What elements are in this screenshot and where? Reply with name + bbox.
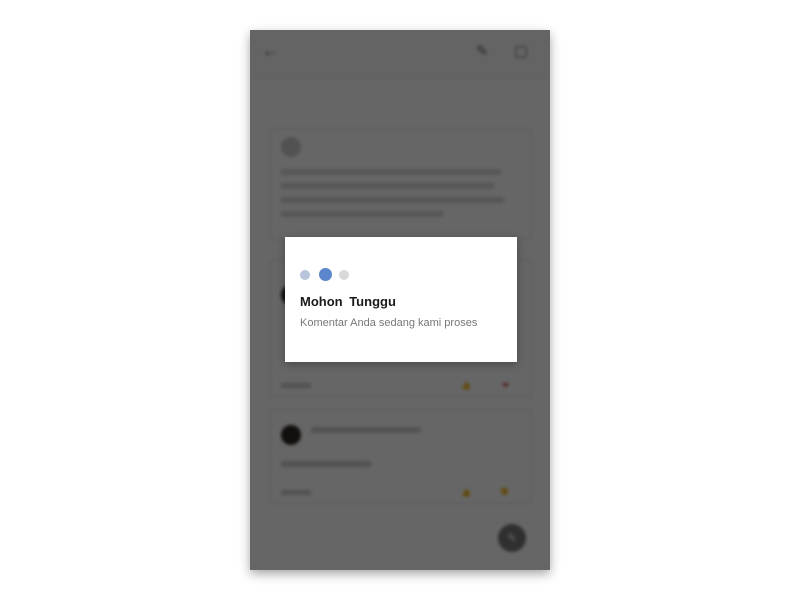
loading-dialog: Mohon Tunggu Komentar Anda sedang kami p…: [285, 237, 517, 362]
loading-dot: [300, 270, 310, 280]
loading-dot-active: [319, 268, 332, 281]
dialog-message: Komentar Anda sedang kami proses: [300, 317, 478, 329]
dialog-title: Mohon Tunggu: [300, 294, 396, 309]
phone-screen: ← ✎ ▢ 👍 ❤: [250, 30, 550, 570]
loading-dot: [339, 270, 349, 280]
